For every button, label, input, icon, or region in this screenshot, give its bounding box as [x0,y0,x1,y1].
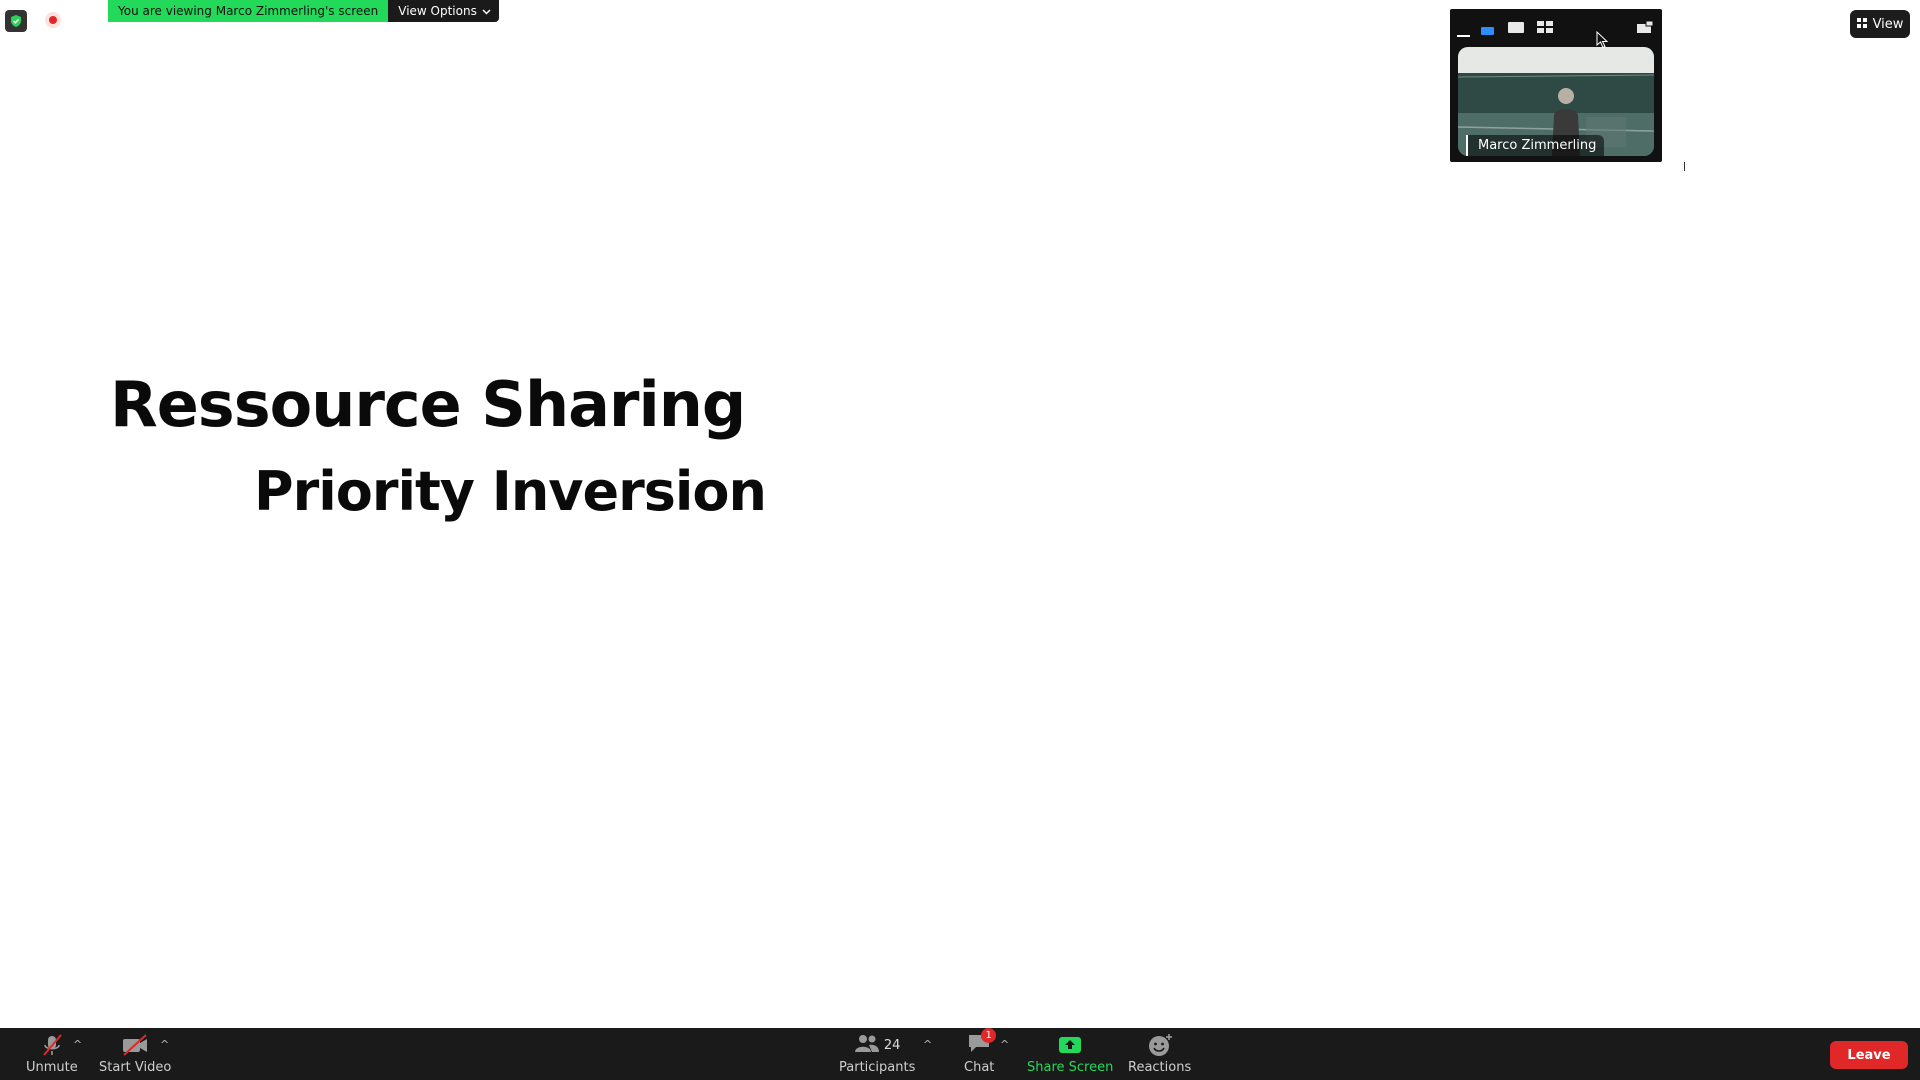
text-caret [1684,162,1685,171]
encryption-shield-icon[interactable] [5,10,27,32]
video-off-icon [121,1032,149,1058]
recording-indicator-icon[interactable] [45,12,61,28]
unmute-label: Unmute [26,1060,78,1075]
chat-unread-badge: 1 [981,1028,997,1043]
muted-microphone-icon [40,1032,64,1058]
slide-subtitle: Priority Inversion [254,460,767,523]
share-screen-label: Share Screen [1027,1060,1114,1075]
recording-dot [49,16,57,24]
viewing-status-text: You are viewing Marco Zimmerling's scree… [108,0,389,22]
grid-icon [1856,17,1867,32]
participants-icon [854,1033,880,1057]
participants-button[interactable]: 24 Participants [839,1032,915,1075]
view-button-label: View [1872,16,1904,32]
speaker-view-icon[interactable] [1481,20,1494,39]
slide-title: Ressource Sharing [110,368,746,441]
chat-label: Chat [964,1060,995,1075]
start-video-label: Start Video [99,1060,172,1075]
participant-name-label: Marco Zimmerling [1466,135,1605,156]
chevron-down-icon [482,0,491,22]
participants-icon-wrap: 24 [854,1032,901,1058]
video-options-caret-icon[interactable]: ^ [160,1038,169,1051]
reactions-button[interactable]: Reactions [1128,1032,1191,1075]
chat-icon-wrap: 1 [967,1028,997,1058]
reactions-label: Reactions [1128,1060,1192,1075]
chat-button[interactable]: 1 Chat [964,1028,997,1075]
participants-options-caret-icon[interactable]: ^ [923,1038,932,1051]
gallery-view-icon[interactable] [1537,18,1553,37]
share-screen-button[interactable]: Share Screen [1027,1032,1113,1075]
video-panel-toolbar [1450,9,1662,39]
single-video-icon[interactable] [1508,18,1524,37]
screen-share-banner: You are viewing Marco Zimmerling's scree… [108,0,499,22]
floating-video-panel: Marco Zimmerling [1450,9,1662,162]
mouse-cursor-icon [1596,30,1609,53]
unmute-button[interactable]: Unmute [26,1032,78,1075]
view-options-label: View Options [398,4,477,18]
chat-options-caret-icon[interactable]: ^ [1000,1038,1009,1051]
participants-label: Participants [839,1060,916,1075]
leave-button[interactable]: Leave [1830,1041,1908,1069]
meeting-toolbar: Unmute ^ Start Video ^ 24 Participants ^… [0,1028,1920,1080]
minimize-icon[interactable] [1457,23,1470,42]
view-options-button[interactable]: View Options [388,0,499,22]
share-screen-icon [1058,1032,1082,1058]
reactions-icon [1147,1032,1173,1058]
view-layout-button[interactable]: View [1850,10,1910,38]
audio-options-caret-icon[interactable]: ^ [73,1038,82,1051]
participant-video[interactable]: Marco Zimmerling [1458,47,1654,156]
participants-count: 24 [883,1037,901,1053]
exit-pip-icon[interactable] [1637,18,1654,37]
